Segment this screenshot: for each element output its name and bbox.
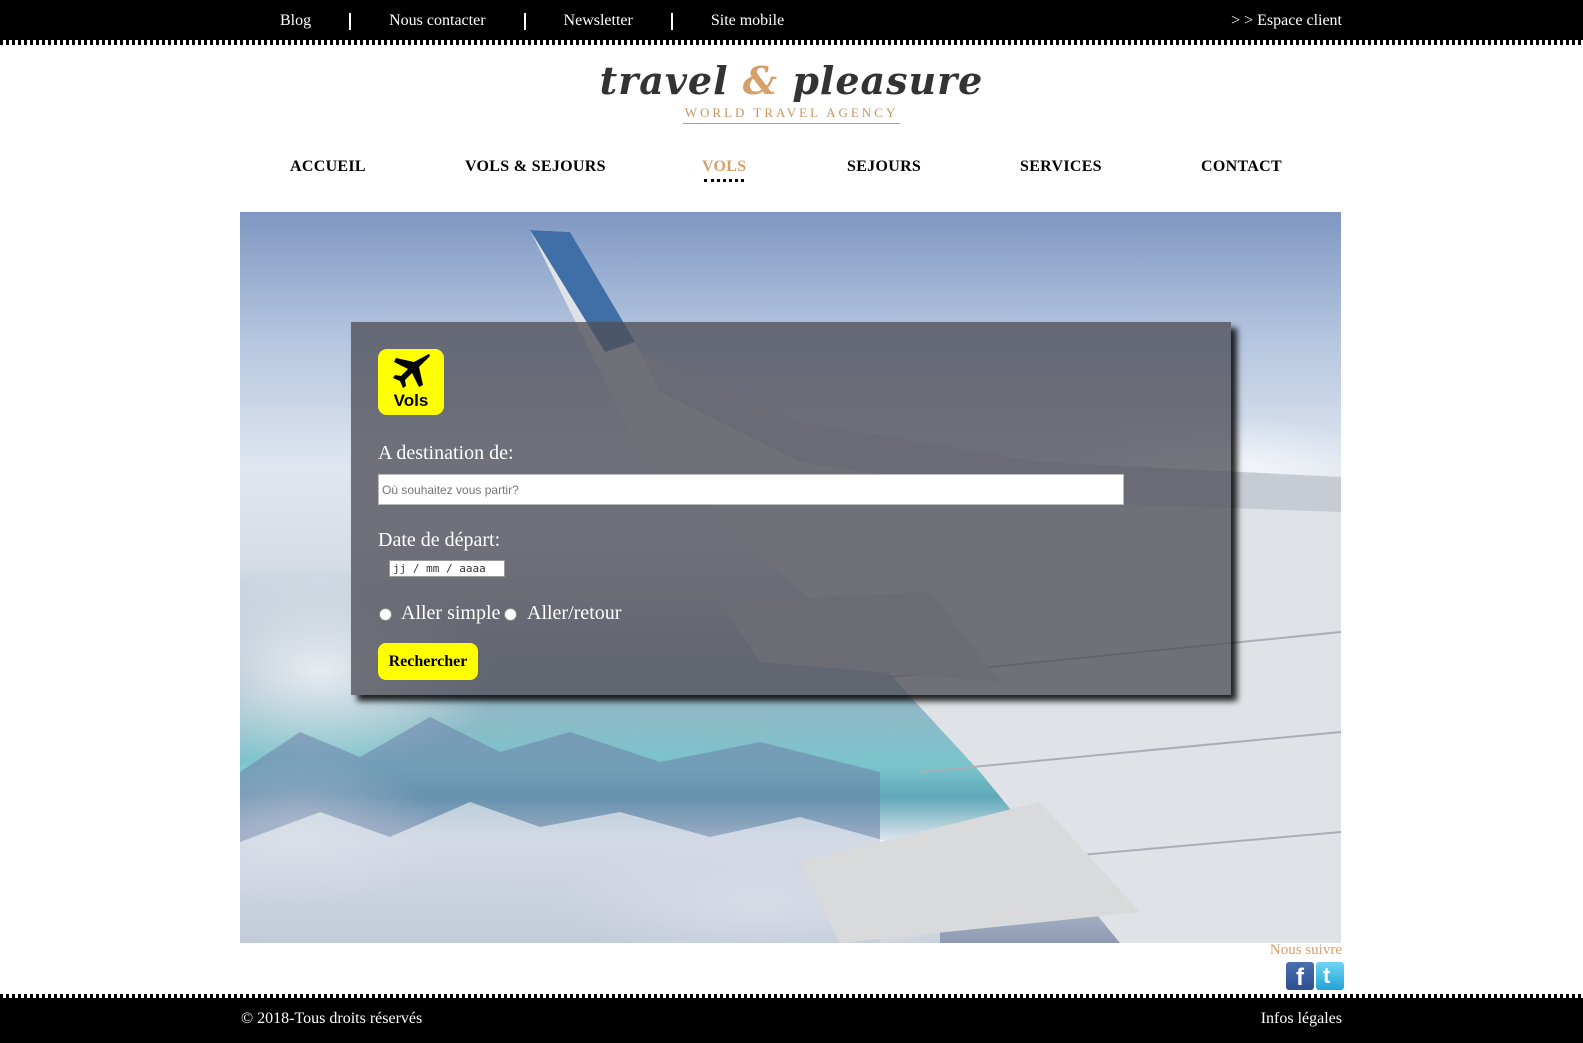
hero-banner: Vols A destination de: Date de départ: j… (240, 212, 1341, 943)
destination-label: A destination de: (378, 442, 514, 464)
one-way-label[interactable]: Aller simple (401, 602, 500, 625)
contact-us-link[interactable]: Nous contacter (389, 12, 485, 30)
top-bar-perforated-edge (0, 40, 1583, 45)
logo-ampersand: & (742, 58, 779, 103)
search-button[interactable]: Rechercher (378, 643, 478, 680)
nav-divider (349, 12, 352, 30)
logo-word-travel: travel (599, 58, 729, 103)
flight-search-panel: Vols A destination de: Date de départ: j… (351, 322, 1231, 695)
top-bar: Blog Nous contacter Newsletter Site mobi… (0, 0, 1583, 42)
nav-item-accueil[interactable]: ACCUEIL (290, 158, 366, 176)
site-logo[interactable]: travel & pleasure WORLD TRAVEL AGENCY (0, 58, 1583, 124)
twitter-icon[interactable]: t (1316, 962, 1344, 990)
destination-input[interactable] (378, 474, 1124, 505)
follow-us-label: Nous suivre (1269, 942, 1342, 958)
logo-wordmark: travel & pleasure (0, 58, 1583, 104)
logo-word-pleasure: pleasure (792, 58, 984, 103)
flights-badge-label: Vols (393, 391, 429, 410)
departure-date-label: Date de départ: (378, 529, 501, 551)
airplane-icon (393, 354, 430, 388)
logo-tagline: WORLD TRAVEL AGENCY (682, 105, 901, 124)
one-way-radio[interactable] (379, 608, 392, 621)
round-trip-radio[interactable] (504, 608, 517, 621)
newsletter-link[interactable]: Newsletter (564, 12, 633, 30)
mobile-site-link[interactable]: Site mobile (711, 12, 784, 30)
facebook-glyph: f (1296, 964, 1304, 991)
nav-divider (523, 12, 526, 30)
client-area-link[interactable]: > > Espace client (1231, 12, 1342, 30)
footer: © 2018-Tous droits réservés Infos légale… (0, 998, 1583, 1043)
copyright-text: © 2018-Tous droits réservés (241, 1010, 423, 1027)
facebook-icon[interactable]: f (1286, 962, 1314, 991)
legal-info-link[interactable]: Infos légales (1261, 1010, 1342, 1028)
blog-link[interactable]: Blog (280, 12, 311, 30)
nav-item-contact[interactable]: CONTACT (1201, 158, 1282, 176)
round-trip-label[interactable]: Aller/retour (527, 602, 621, 625)
nav-divider (670, 12, 673, 30)
departure-date-input[interactable]: jj / mm / aaaa (389, 560, 505, 577)
utility-nav: Blog Nous contacter Newsletter Site mobi… (280, 12, 784, 30)
nav-item-services[interactable]: SERVICES (1020, 158, 1102, 176)
twitter-glyph: t (1323, 963, 1331, 988)
nav-item-sejours[interactable]: SEJOURS (847, 158, 921, 176)
nav-item-vols[interactable]: VOLS (702, 158, 746, 182)
flights-badge: Vols (378, 349, 444, 415)
main-nav: ACCUEIL VOLS & SEJOURS VOLS SEJOURS SERV… (240, 158, 1340, 188)
nav-item-vols-sejours[interactable]: VOLS & SEJOURS (465, 158, 606, 176)
